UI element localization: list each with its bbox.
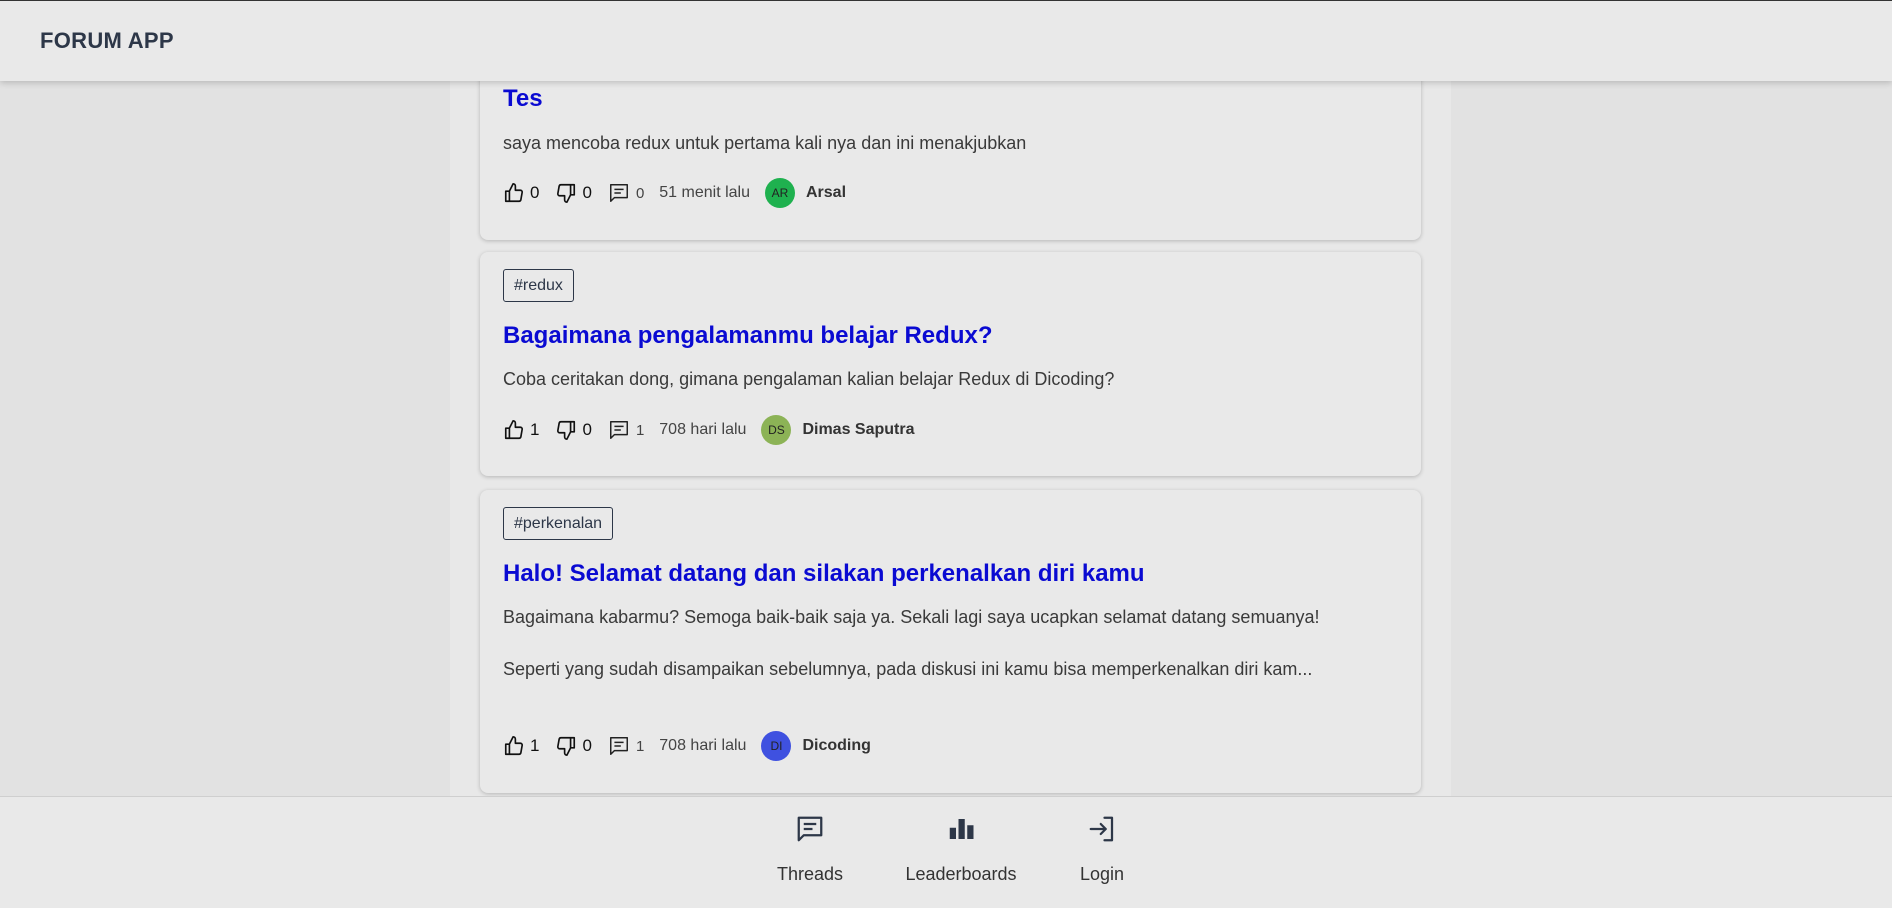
thread-body: Coba ceritakan dong, gimana pengalaman k… <box>503 366 1403 392</box>
comment-count: 1 <box>635 737 645 755</box>
comment-count: 1 <box>635 421 645 439</box>
nav-label: Login <box>1079 864 1125 884</box>
thread-meta: 1 0 1 708 hari lalu DS Dimas Saputra <box>503 415 915 445</box>
nav-threads[interactable]: Threads <box>770 797 850 908</box>
avatar: DI <box>761 731 792 761</box>
thread-title[interactable]: Halo! Selamat datang dan silakan perkena… <box>503 560 1145 588</box>
thumbs-down-icon[interactable] <box>555 419 577 441</box>
thumbs-up-icon[interactable] <box>503 735 525 757</box>
comment-count: 0 <box>635 184 645 202</box>
thread-time: 708 hari lalu <box>659 421 747 438</box>
thumbs-down-icon[interactable] <box>555 735 577 757</box>
downvote-count: 0 <box>582 736 592 755</box>
thread-meta: 1 0 1 708 hari lalu DI Dicoding <box>503 731 871 761</box>
thread-time: 51 menit lalu <box>659 184 750 201</box>
thread-body: saya mencoba redux untuk pertama kali ny… <box>503 130 1403 156</box>
avatar: DS <box>761 415 792 445</box>
thumbs-up-icon[interactable] <box>503 182 525 204</box>
thread-title[interactable]: Bagaimana pengalamanmu belajar Redux? <box>503 322 992 350</box>
upvote-count: 1 <box>530 736 540 755</box>
thread-time: 708 hari lalu <box>659 737 747 754</box>
nav-label: Leaderboards <box>905 864 1017 884</box>
downvote-count: 0 <box>582 183 592 202</box>
nav-leaderboards[interactable]: Leaderboards <box>896 797 1026 908</box>
top-app-bar: FORUM APP <box>0 0 1892 81</box>
bottom-navigation: Threads Leaderboards Login <box>0 796 1892 908</box>
nav-login[interactable]: Login <box>1072 797 1132 908</box>
app-brand[interactable]: FORUM APP <box>40 28 174 54</box>
downvote-count: 0 <box>582 420 592 439</box>
chat-icon <box>797 816 823 842</box>
login-icon <box>1089 816 1114 842</box>
thread-body-paragraph: Coba ceritakan dong, gimana pengalaman k… <box>503 369 1115 389</box>
comment-icon <box>609 184 628 202</box>
thread-card: #redux Bagaimana pengalamanmu belajar Re… <box>480 252 1421 476</box>
avatar: AR <box>765 178 795 208</box>
thumbs-down-icon[interactable] <box>555 182 577 204</box>
category-tag[interactable]: #perkenalan <box>503 507 614 540</box>
thread-meta: 0 0 0 51 menit lalu AR Arsal <box>503 178 846 208</box>
thread-title[interactable]: Tes <box>503 85 543 113</box>
author-name: Arsal <box>806 184 847 201</box>
category-tag[interactable]: #redux <box>503 269 574 302</box>
thread-body-paragraph: Bagaimana kabarmu? Semoga baik-baik saja… <box>503 607 1320 627</box>
comment-icon <box>609 421 628 439</box>
author-name: Dimas Saputra <box>802 421 915 438</box>
thread-card: #perkenalan Halo! Selamat datang dan sil… <box>480 490 1421 793</box>
thread-body: Bagaimana kabarmu? Semoga baik-baik saja… <box>503 604 1403 682</box>
bar-chart-icon <box>949 819 974 839</box>
thread-body-paragraph: saya mencoba redux untuk pertama kali ny… <box>503 133 1027 153</box>
thread-body-paragraph: Seperti yang sudah disampaikan sebelumny… <box>503 659 1313 679</box>
upvote-count: 0 <box>530 183 540 202</box>
upvote-count: 1 <box>530 420 540 439</box>
nav-label: Threads <box>776 864 844 884</box>
thumbs-up-icon[interactable] <box>503 419 525 441</box>
author-name: Dicoding <box>802 737 871 754</box>
comment-icon <box>609 737 628 755</box>
